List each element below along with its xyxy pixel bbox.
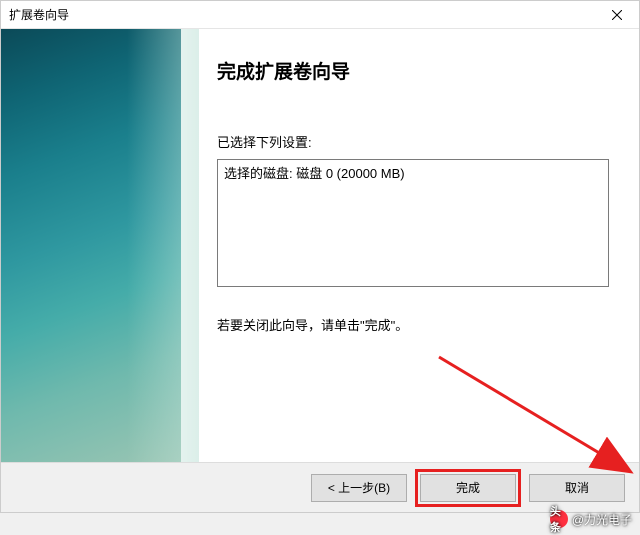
wizard-side-banner xyxy=(1,29,181,462)
finish-highlight: 完成 xyxy=(415,469,521,507)
dialog-body: 完成扩展卷向导 已选择下列设置: 选择的磁盘: 磁盘 0 (20000 MB) … xyxy=(1,29,639,462)
settings-line: 选择的磁盘: 磁盘 0 (20000 MB) xyxy=(224,163,602,182)
window-title: 扩展卷向导 xyxy=(9,6,69,23)
finish-button[interactable]: 完成 xyxy=(420,474,516,502)
close-hint: 若要关闭此向导，请单击"完成"。 xyxy=(217,315,609,334)
button-row: < 上一步(B) 完成 取消 xyxy=(1,462,639,512)
close-button[interactable] xyxy=(595,1,639,29)
back-button[interactable]: < 上一步(B) xyxy=(311,474,407,502)
titlebar: 扩展卷向导 xyxy=(1,1,639,29)
settings-box: 选择的磁盘: 磁盘 0 (20000 MB) xyxy=(217,159,609,287)
wizard-content: 完成扩展卷向导 已选择下列设置: 选择的磁盘: 磁盘 0 (20000 MB) … xyxy=(181,29,639,462)
cancel-button[interactable]: 取消 xyxy=(529,474,625,502)
wizard-dialog: 扩展卷向导 完成扩展卷向导 已选择下列设置: 选择的磁盘: 磁盘 0 (2000… xyxy=(0,0,640,513)
settings-label: 已选择下列设置: xyxy=(217,132,609,151)
watermark-text: @力光电子 xyxy=(572,511,632,528)
close-icon xyxy=(612,10,622,20)
page-heading: 完成扩展卷向导 xyxy=(217,57,609,84)
